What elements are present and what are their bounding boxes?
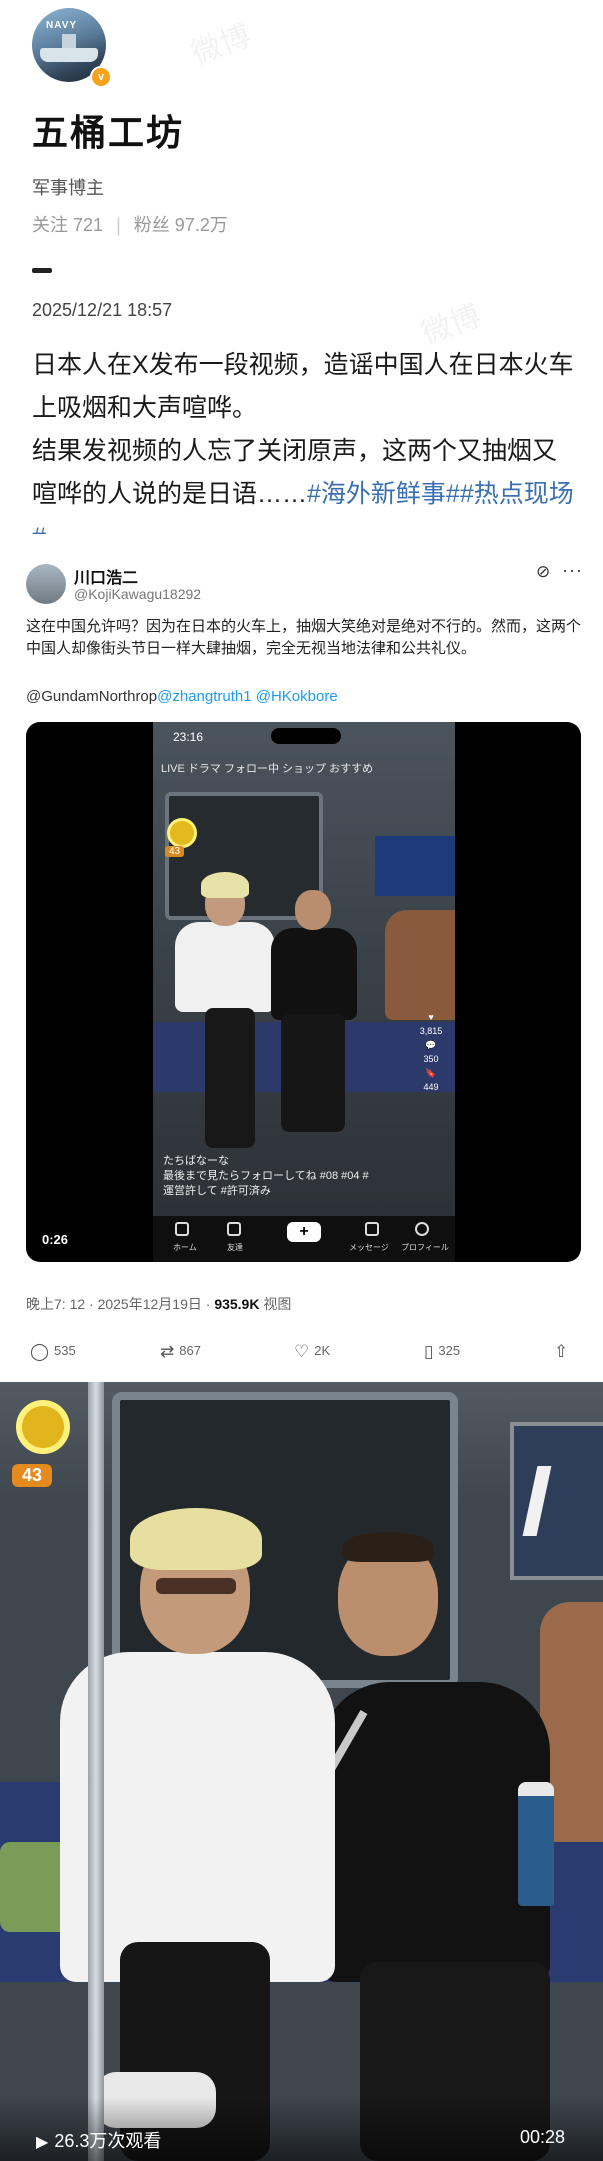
- phone-caption: たちばなーな 最後まで見たらフォローしてね #08 #04 #運営許して #許可…: [163, 1154, 373, 1199]
- phone-tab-1: 友達: [227, 1243, 243, 1252]
- phone-caption-user: たちばなーな: [163, 1155, 229, 1167]
- repost-button[interactable]: ⇄ 867: [160, 1342, 201, 1362]
- bookmark-button[interactable]: ▯ 325: [424, 1342, 460, 1362]
- verified-icon: v: [90, 66, 112, 88]
- phone-tabbar: ホーム 友達 + メッセージ プロフィール: [153, 1216, 455, 1262]
- watermark: 微博: [187, 19, 256, 72]
- following-label[interactable]: 关注: [32, 215, 68, 235]
- phone-tab-3: メッセージ: [349, 1243, 389, 1252]
- repost-count: 867: [179, 1343, 201, 1358]
- tweet-meta: 晚上7: 12 · 2025年12月19日 · 935.9K 视图: [26, 1294, 291, 1314]
- tweet-avatar[interactable]: [26, 564, 66, 604]
- bookmark-outline-icon: ▯: [424, 1342, 434, 1361]
- share-icon: ⇧: [554, 1342, 569, 1361]
- post-time: 2025/12/21 18:57: [32, 300, 173, 320]
- phone-side-stats: ♥ 3,815 💬 350 🔖 449: [411, 1010, 451, 1094]
- following-count[interactable]: 721: [73, 215, 103, 235]
- phone-tab-0: ホーム: [173, 1243, 197, 1252]
- phone-screenshot: 23:16 LIVE ドラマ フォロー中 ショップ おすすめ 43 ♥ 3,81…: [153, 722, 455, 1262]
- video-duration: 00:28: [520, 2127, 566, 2147]
- friends-icon: [227, 1222, 241, 1236]
- post-text: 日本人在X发布一段视频，造谣中国人在日本火车上吸烟和大声喧哗。 结果发视频的人忘…: [32, 344, 577, 559]
- tweet-video[interactable]: 23:16 LIVE ドラマ フォロー中 ショップ おすすめ 43 ♥ 3,81…: [26, 722, 581, 1262]
- avatar-text: NAVY: [46, 20, 78, 31]
- phone-tab-2: +: [287, 1222, 321, 1242]
- main-video[interactable]: 43 ▶ 26.3万次观看 00:28: [0, 1382, 603, 2161]
- tweet-views: 935.9K: [214, 1296, 260, 1312]
- video-level: 43: [12, 1464, 53, 1487]
- video-views-text: 26.3万次观看: [54, 2131, 162, 2151]
- tweet-author-name[interactable]: 川口浩二: [74, 564, 138, 588]
- stats-divider: |: [116, 215, 121, 235]
- phone-time: 23:16: [173, 730, 204, 744]
- profile-role: 军事博主: [32, 178, 104, 198]
- divider: [32, 268, 52, 273]
- phone-tab-4: プロフィール: [401, 1243, 449, 1252]
- like-count: 2K: [314, 1343, 331, 1358]
- phone-comments: 350: [423, 1054, 439, 1064]
- comment-icon: 💬: [425, 1040, 437, 1050]
- profile-icon: [415, 1222, 429, 1236]
- heart-icon: ♥: [428, 1012, 434, 1022]
- heart-outline-icon: ♡: [294, 1342, 310, 1361]
- reply-count: 535: [54, 1343, 76, 1358]
- coin-icon: [167, 818, 197, 848]
- share-button[interactable]: ⇧: [554, 1342, 573, 1362]
- more-icon[interactable]: ···: [562, 560, 583, 581]
- message-icon: [365, 1222, 379, 1236]
- coin-icon: [16, 1400, 70, 1454]
- tweet-screenshot: 川口浩二 @KojiKawagu18292 ⊘ ··· 这在中国允许吗？因为在日…: [0, 534, 603, 1378]
- phone-likes: 3,815: [419, 1026, 443, 1036]
- reply-icon: ◯: [30, 1342, 50, 1361]
- tweet-text: 这在中国允许吗？因为在日本的火车上，抽烟大笑绝对是绝对不行的。然而，这两个中国人…: [26, 618, 582, 657]
- phone-level: 43: [165, 846, 185, 857]
- tweet-mentions: @GundamNorthrop@zhangtruth1 @HKokbore: [26, 688, 338, 705]
- like-button[interactable]: ♡ 2K: [294, 1342, 330, 1362]
- reply-button[interactable]: ◯ 535: [30, 1342, 76, 1362]
- profile-stats: 关注 721 | 粉丝 97.2万: [32, 211, 228, 237]
- mention-links[interactable]: @zhangtruth1 @HKokbore: [157, 688, 338, 705]
- post-text-line1: 日本人在X发布一段视频，造谣中国人在日本火车上吸烟和大声喧哗。: [32, 351, 574, 422]
- video-duration: 0:26: [42, 1232, 69, 1247]
- bookmark-icon: 🔖: [425, 1068, 437, 1078]
- tweet-actions: ◯ 535 ⇄ 867 ♡ 2K ▯ 325 ⇧: [26, 1342, 581, 1366]
- bookmark-count: 325: [438, 1343, 461, 1358]
- followers-count[interactable]: 97.2万: [175, 215, 228, 235]
- repost-icon: ⇄: [160, 1342, 175, 1361]
- followers-label[interactable]: 粉丝: [134, 215, 170, 235]
- profile-name[interactable]: 五桶工坊: [32, 104, 184, 156]
- mention-prefix[interactable]: @GundamNorthrop: [26, 688, 157, 705]
- tweet-meta-time: 晚上7: 12 · 2025年12月19日 ·: [26, 1296, 215, 1312]
- home-icon: [175, 1222, 189, 1236]
- grok-icon[interactable]: ⊘: [536, 562, 550, 582]
- phone-nav: LIVE ドラマ フォロー中 ショップ おすすめ: [161, 763, 374, 775]
- phone-caption-text: 最後まで見たらフォローしてね #08 #04 #運営許して #許可済み: [163, 1170, 369, 1197]
- video-views[interactable]: ▶ 26.3万次观看: [36, 2127, 161, 2153]
- tweet-views-label: 视图: [259, 1296, 292, 1312]
- play-icon[interactable]: ▶: [36, 2134, 48, 2151]
- tweet-author-handle[interactable]: @KojiKawagu18292: [74, 586, 201, 602]
- phone-saves: 449: [423, 1082, 439, 1092]
